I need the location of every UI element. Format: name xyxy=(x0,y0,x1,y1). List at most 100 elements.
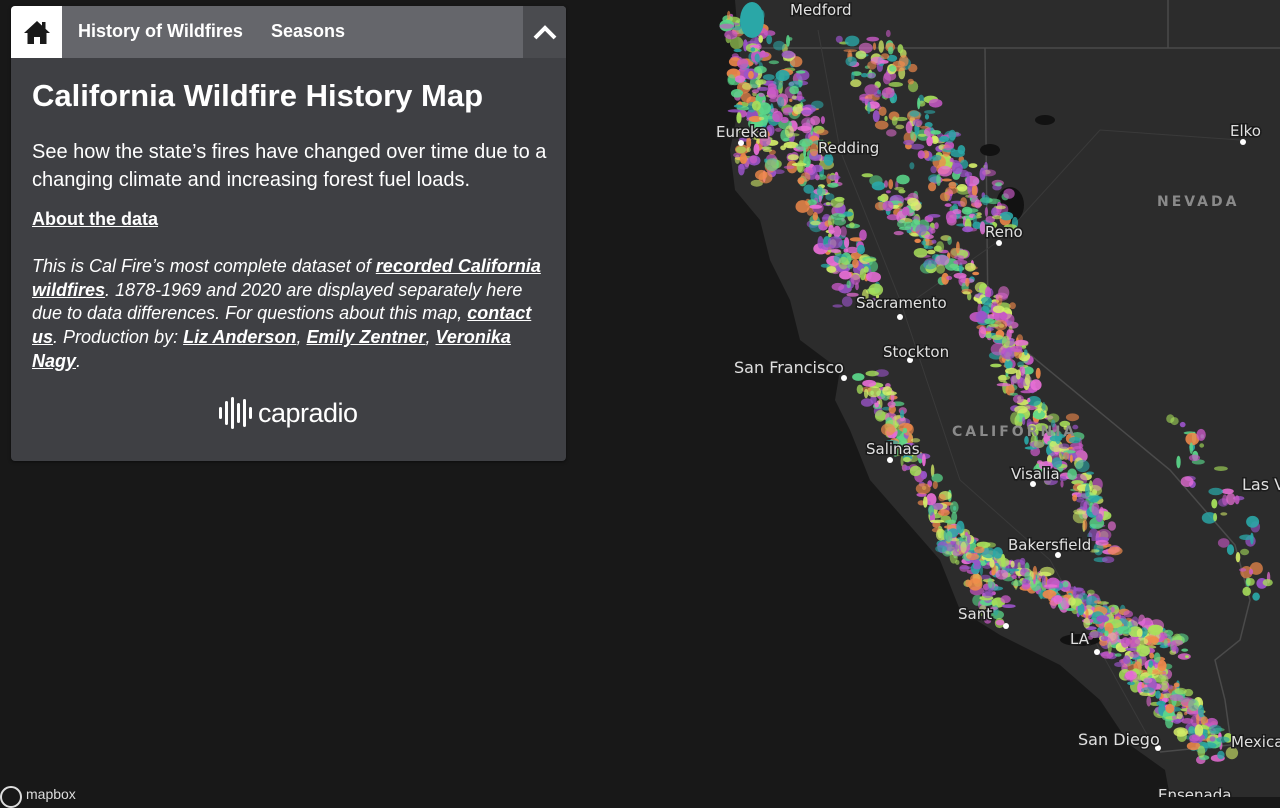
fire-perimeter[interactable] xyxy=(1242,586,1251,597)
fire-perimeter[interactable] xyxy=(1010,345,1023,352)
fire-perimeter[interactable] xyxy=(734,75,746,83)
fire-perimeter[interactable] xyxy=(1141,687,1155,694)
fire-perimeter[interactable] xyxy=(1005,367,1018,375)
fire-perimeter[interactable] xyxy=(796,160,805,174)
fire-perimeter[interactable] xyxy=(874,410,886,422)
fire-perimeter[interactable] xyxy=(922,259,937,270)
fire-perimeter[interactable] xyxy=(1035,367,1041,379)
fire-perimeter[interactable] xyxy=(895,124,905,130)
fire-perimeter[interactable] xyxy=(900,409,905,419)
fire-perimeter[interactable] xyxy=(1166,414,1175,424)
fire-perimeter[interactable] xyxy=(737,58,749,69)
fire-perimeter[interactable] xyxy=(1030,379,1042,391)
fire-perimeter[interactable] xyxy=(928,98,943,108)
tab-history-of-wildfires[interactable]: History of Wildfires xyxy=(78,6,243,58)
fire-perimeter[interactable] xyxy=(899,226,912,231)
fire-perimeter[interactable] xyxy=(724,30,738,40)
fire-perimeter[interactable] xyxy=(749,155,758,164)
fire-perimeter[interactable] xyxy=(924,234,934,239)
fire-perimeter[interactable] xyxy=(927,214,941,218)
fire-perimeter[interactable] xyxy=(867,72,876,79)
fire-perimeter[interactable] xyxy=(737,163,749,170)
fire-perimeter[interactable] xyxy=(789,98,793,102)
fire-perimeter[interactable] xyxy=(845,246,859,254)
fire-perimeter[interactable] xyxy=(893,231,904,236)
fire-perimeter[interactable] xyxy=(1235,552,1241,563)
fire-perimeter[interactable] xyxy=(1202,742,1217,749)
fire-perimeter[interactable] xyxy=(1082,519,1088,531)
fire-perimeter[interactable] xyxy=(968,163,978,169)
fire-perimeter[interactable] xyxy=(797,125,812,131)
fire-perimeter[interactable] xyxy=(982,169,996,177)
fire-perimeter[interactable] xyxy=(855,50,867,60)
fire-perimeter[interactable] xyxy=(1189,734,1200,742)
fire-perimeter[interactable] xyxy=(753,65,767,74)
fire-perimeter[interactable] xyxy=(1151,671,1167,675)
fire-perimeter[interactable] xyxy=(839,270,852,280)
fire-perimeter[interactable] xyxy=(746,147,751,153)
fire-perimeter[interactable] xyxy=(993,605,999,616)
fire-perimeter[interactable] xyxy=(960,541,967,554)
fire-perimeter[interactable] xyxy=(867,61,877,70)
fire-perimeter[interactable] xyxy=(881,423,896,436)
fire-perimeter[interactable] xyxy=(871,181,886,191)
fire-perimeter[interactable] xyxy=(1075,459,1090,473)
fire-perimeter[interactable] xyxy=(1008,568,1020,572)
fire-perimeter[interactable] xyxy=(952,208,962,215)
fire-perimeter[interactable] xyxy=(810,115,821,126)
fire-perimeter[interactable] xyxy=(944,203,952,207)
fire-perimeter[interactable] xyxy=(1062,452,1070,461)
fire-perimeter[interactable] xyxy=(909,465,922,477)
fire-perimeter[interactable] xyxy=(932,481,938,490)
fire-perimeter[interactable] xyxy=(756,43,762,50)
fire-perimeter[interactable] xyxy=(786,35,790,47)
fire-perimeter[interactable] xyxy=(1107,641,1112,654)
fire-perimeter[interactable] xyxy=(780,116,789,124)
fire-perimeter[interactable] xyxy=(1129,651,1140,658)
fire-perimeter[interactable] xyxy=(812,164,823,173)
fire-perimeter[interactable] xyxy=(1100,651,1114,659)
fire-perimeter[interactable] xyxy=(1169,694,1184,701)
fire-perimeter[interactable] xyxy=(1146,696,1152,707)
fire-perimeter[interactable] xyxy=(1125,670,1137,680)
fire-perimeter[interactable] xyxy=(1068,597,1076,606)
fire-perimeter[interactable] xyxy=(825,202,831,206)
fire-perimeter[interactable] xyxy=(1188,454,1201,461)
fire-perimeter[interactable] xyxy=(867,101,871,114)
fire-perimeter[interactable] xyxy=(970,573,982,584)
fire-perimeter[interactable] xyxy=(936,241,945,253)
fire-perimeter[interactable] xyxy=(1248,568,1254,575)
fire-perimeter[interactable] xyxy=(1181,718,1194,724)
fire-perimeter[interactable] xyxy=(1136,628,1143,638)
fire-perimeter[interactable] xyxy=(1188,698,1199,712)
fire-perimeter[interactable] xyxy=(810,220,821,226)
fire-perimeter[interactable] xyxy=(1185,655,1189,659)
fire-perimeter[interactable] xyxy=(1262,579,1273,587)
fire-perimeter[interactable] xyxy=(886,129,897,137)
fire-perimeter[interactable] xyxy=(888,179,894,190)
fire-perimeter[interactable] xyxy=(1171,639,1184,646)
fire-perimeter[interactable] xyxy=(926,136,933,147)
fire-perimeter[interactable] xyxy=(828,224,835,235)
fire-perimeter[interactable] xyxy=(775,70,790,82)
fire-perimeter[interactable] xyxy=(977,300,983,304)
fire-perimeter[interactable] xyxy=(1087,589,1095,595)
fire-perimeter[interactable] xyxy=(803,147,807,158)
fire-perimeter[interactable] xyxy=(740,92,752,103)
fire-perimeter[interactable] xyxy=(1041,401,1046,412)
fire-perimeter[interactable] xyxy=(874,402,879,408)
fire-perimeter[interactable] xyxy=(1173,682,1180,688)
fire-perimeter[interactable] xyxy=(948,129,957,141)
fire-perimeter[interactable] xyxy=(907,197,919,207)
fire-perimeter[interactable] xyxy=(1157,660,1167,672)
fire-perimeter[interactable] xyxy=(930,519,945,523)
fire-perimeter[interactable] xyxy=(874,120,889,130)
fire-perimeter[interactable] xyxy=(830,198,844,208)
fire-perimeter[interactable] xyxy=(1083,617,1091,629)
fire-perimeter[interactable] xyxy=(967,195,979,198)
fire-perimeter[interactable] xyxy=(827,175,841,180)
fire-perimeter[interactable] xyxy=(991,215,1002,220)
fire-perimeter[interactable] xyxy=(849,222,855,229)
fire-perimeter[interactable] xyxy=(1176,711,1183,720)
fire-perimeter[interactable] xyxy=(1000,595,1011,604)
